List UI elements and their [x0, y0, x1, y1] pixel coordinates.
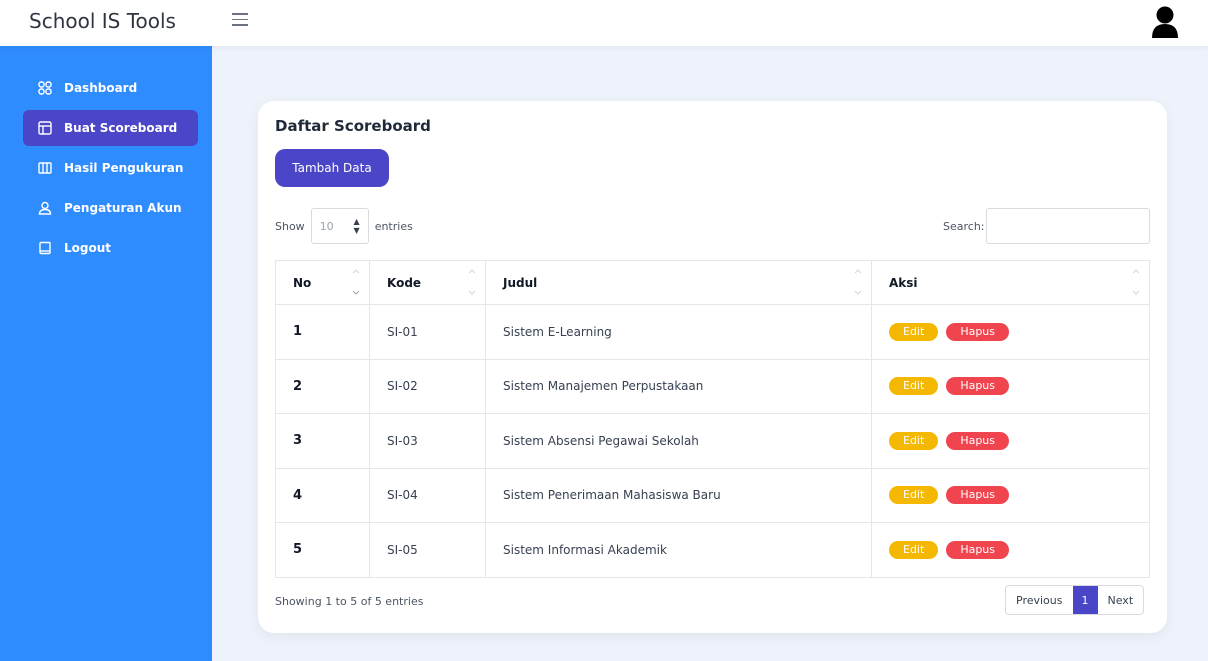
- entries-length-control: Show 10 ▲ ▼ entries: [275, 208, 413, 244]
- sort-arrows-icon: ▲ ▼: [353, 217, 360, 235]
- cell-judul: Sistem E-Learning: [485, 304, 872, 360]
- cell-kode: SI-01: [369, 304, 486, 360]
- entries-select[interactable]: 10 ▲ ▼: [310, 208, 369, 244]
- entries-select-value: 10: [319, 219, 334, 233]
- column-header-aksi[interactable]: Aksi: [871, 260, 1150, 305]
- delete-button[interactable]: Hapus: [946, 486, 1010, 505]
- edit-button[interactable]: Edit: [889, 431, 939, 450]
- delete-button[interactable]: Hapus: [946, 377, 1010, 396]
- sidebar-item-label: Pengaturan Akun: [64, 201, 182, 215]
- column-header-no[interactable]: No: [275, 260, 370, 305]
- sidebar-item-logout[interactable]: Logout: [23, 230, 198, 266]
- cell-judul: Sistem Penerimaan Mahasiswa Baru: [485, 467, 872, 523]
- search-label: Search:: [943, 220, 985, 233]
- cell-no: 2: [275, 358, 370, 414]
- column-header-kode[interactable]: Kode: [369, 260, 486, 305]
- sidebar: Dashboard Buat Scoreboard Hasil Pengukur…: [0, 46, 212, 661]
- user-icon: [38, 201, 52, 215]
- edit-button[interactable]: Edit: [889, 377, 939, 396]
- cell-kode: SI-02: [369, 358, 486, 414]
- sidebar-item-pengaturan-akun[interactable]: Pengaturan Akun: [23, 190, 198, 226]
- cell-aksi: Edit Hapus: [871, 467, 1150, 523]
- add-data-button[interactable]: Tambah Data: [275, 149, 389, 187]
- cell-judul: Sistem Informasi Akademik: [485, 522, 872, 578]
- table-header-row: No Kode Judul Aksi: [275, 260, 1150, 305]
- table-info: Showing 1 to 5 of 5 entries: [275, 595, 424, 608]
- cell-kode: SI-05: [369, 522, 486, 578]
- app-title: School IS Tools: [29, 9, 176, 33]
- pagination: Previous 1 Next: [1005, 585, 1145, 615]
- cell-judul: Sistem Manajemen Perpustakaan: [485, 358, 872, 414]
- sort-icon: [467, 267, 477, 297]
- cell-aksi: Edit Hapus: [871, 522, 1150, 578]
- sidebar-item-label: Hasil Pengukuran: [64, 161, 184, 175]
- edit-button[interactable]: Edit: [889, 540, 939, 559]
- cell-aksi: Edit Hapus: [871, 358, 1150, 414]
- page-title: Daftar Scoreboard: [275, 117, 431, 135]
- delete-button[interactable]: Hapus: [946, 540, 1010, 559]
- sidebar-item-label: Logout: [64, 241, 112, 255]
- hamburger-menu-icon[interactable]: [232, 13, 248, 29]
- sidebar-item-label: Dashboard: [64, 81, 138, 95]
- sidebar-item-dashboard[interactable]: Dashboard: [23, 70, 198, 106]
- search-input[interactable]: [986, 208, 1150, 244]
- table-row: 2 SI-02 Sistem Manajemen Perpustakaan Ed…: [275, 358, 1150, 414]
- table-row: 4 SI-04 Sistem Penerimaan Mahasiswa Baru…: [275, 467, 1150, 523]
- sidebar-item-buat-scoreboard[interactable]: Buat Scoreboard: [23, 110, 198, 146]
- cell-no: 1: [275, 304, 370, 360]
- sidebar-item-hasil-pengukuran[interactable]: Hasil Pengukuran: [23, 150, 198, 186]
- sidebar-item-label: Buat Scoreboard: [64, 121, 178, 135]
- table-row: 3 SI-03 Sistem Absensi Pegawai Sekolah E…: [275, 413, 1150, 469]
- scoreboard-table: No Kode Judul Aksi 1 SI-01 Sistem E-Lear…: [275, 260, 1150, 578]
- pagination-previous-button[interactable]: Previous: [1006, 586, 1072, 614]
- edit-button[interactable]: Edit: [889, 322, 939, 341]
- pagination-next-button[interactable]: Next: [1098, 586, 1144, 614]
- grid-icon: [38, 81, 52, 95]
- cell-no: 5: [275, 522, 370, 578]
- pagination-page-1[interactable]: 1: [1072, 586, 1098, 614]
- scoreboard-card: Daftar Scoreboard Tambah Data Show 10 ▲ ▼…: [258, 101, 1167, 633]
- delete-button[interactable]: Hapus: [946, 431, 1010, 450]
- sort-icon: [351, 267, 361, 297]
- table-row: 5 SI-05 Sistem Informasi Akademik Edit Ha…: [275, 522, 1150, 578]
- sort-icon: [1131, 267, 1141, 297]
- cell-kode: SI-03: [369, 413, 486, 469]
- edit-button[interactable]: Edit: [889, 486, 939, 505]
- user-avatar-icon[interactable]: [1151, 5, 1179, 39]
- entries-label: entries: [374, 219, 413, 233]
- sort-icon: [853, 267, 863, 297]
- show-label: Show: [275, 219, 305, 233]
- cell-aksi: Edit Hapus: [871, 413, 1150, 469]
- delete-button[interactable]: Hapus: [946, 322, 1010, 341]
- cell-no: 3: [275, 413, 370, 469]
- top-bar: School IS Tools: [0, 0, 1208, 46]
- door-icon: [38, 241, 52, 255]
- layout-icon: [38, 121, 52, 135]
- table-row: 1 SI-01 Sistem E-Learning Edit Hapus: [275, 304, 1150, 360]
- cell-aksi: Edit Hapus: [871, 304, 1150, 360]
- column-header-judul[interactable]: Judul: [485, 260, 872, 305]
- cell-kode: SI-04: [369, 467, 486, 523]
- cell-no: 4: [275, 467, 370, 523]
- cell-judul: Sistem Absensi Pegawai Sekolah: [485, 413, 872, 469]
- columns-icon: [38, 161, 52, 175]
